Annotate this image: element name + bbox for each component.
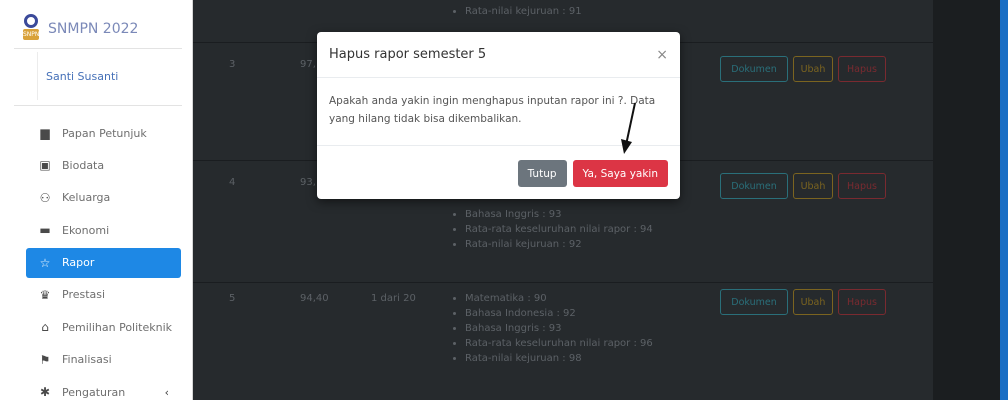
dokumen-button[interactable]: Dokumen [720,289,788,315]
sidebar-item-biodata[interactable]: ▣ Biodata [26,150,181,180]
sidebar-item-label: Papan Petunjuk [62,126,147,140]
sidebar-item-label: Biodata [62,158,105,172]
sidebar-item-prestasi[interactable]: ♛ Prestasi [26,280,181,310]
row-value: 93, [300,177,316,188]
list-item: Bahasa Inggris : 93 [465,321,653,336]
trophy-icon: ♛ [39,287,51,302]
brand-logo-icon: SNPN [22,14,40,44]
row-number: 3 [229,59,236,70]
sidebar-item-rapor[interactable]: ☆ Rapor [26,247,181,278]
list-item: Rata-nilai kejuruan : 98 [465,351,653,366]
sidebar-item-label: Pemilihan Politeknik [62,320,173,334]
users-icon: ⚇ [39,190,51,205]
wallet-icon: ▬ [39,223,51,238]
hapus-button[interactable]: Hapus [838,56,886,82]
annotation-arrow-icon [621,102,636,154]
modal-title: Hapus rapor semester 5 [329,47,487,62]
id-card-icon: ▣ [39,158,51,173]
list-item: Rata-nilai kejuruan : 92 [465,237,653,252]
brand[interactable]: SNPN SNMPN 2022 [22,14,138,44]
cancel-button[interactable]: Tutup [517,160,567,187]
sidebar-item-papan-petunjuk[interactable]: ▆ Papan Petunjuk [26,118,181,148]
gear-icon: ✱ [39,385,51,400]
modal-footer: Tutup Ya, Saya yakin [517,160,668,187]
row-rank: 1 dari 20 [371,293,416,304]
user-name: Santi Susanti [46,69,119,83]
sidebar-item-ekonomi[interactable]: ▬ Ekonomi [26,215,181,245]
modal-header: Hapus rapor semester 5 × [317,32,680,78]
row-number: 5 [229,293,236,304]
list-item: Matematika : 90 [465,291,653,306]
sidebar-item-label: Prestasi [62,288,106,302]
close-icon[interactable]: × [656,47,668,63]
ubah-button[interactable]: Ubah [793,56,833,82]
avatar [14,52,38,100]
row-number: 4 [229,177,236,188]
dokumen-button[interactable]: Dokumen [720,173,788,199]
scrollbar[interactable] [1000,0,1008,400]
list-item: Rata-rata keseluruhan nilai rapor : 96 [465,336,653,351]
ubah-button[interactable]: Ubah [793,289,833,315]
sidebar-item-label: Keluarga [62,191,111,205]
clipboard-icon: ▆ [40,126,50,140]
chevron-left-icon: ‹ [164,385,169,399]
hapus-button[interactable]: Hapus [838,173,886,199]
sidebar-item-finalisasi[interactable]: ⚑ Finalisasi [26,345,181,375]
user-panel[interactable]: Santi Susanti [14,52,182,100]
sidebar-item-pemilihan-politeknik[interactable]: ⌂ Pemilihan Politeknik [26,312,181,342]
sidebar: SNPN SNMPN 2022 Santi Susanti ▆ Papan Pe… [0,0,193,400]
list: Matematika : 90 Bahasa Indonesia : 92 Ba… [455,291,653,366]
list-item: Rata-rata keseluruhan nilai rapor : 94 [465,222,653,237]
list: Bahasa Inggris : 93 Rata-rata keseluruha… [455,207,653,252]
right-panel [933,0,1008,400]
sidebar-item-label: Rapor [62,256,95,270]
list: Rata-nilai kejuruan : 91 [455,6,582,17]
divider [14,48,182,49]
row-value: 97, [300,59,316,70]
sidebar-item-label: Finalisasi [62,353,112,367]
table-row: 5 94,40 1 dari 20 Matematika : 90 Bahasa… [193,282,933,400]
dokumen-button[interactable]: Dokumen [720,56,788,82]
list-item: Bahasa Indonesia : 92 [465,306,653,321]
sidebar-item-keluarga[interactable]: ⚇ Keluarga [26,183,181,213]
flag-icon: ⚑ [39,352,51,367]
list-item: Rata-nilai kejuruan : 91 [465,6,582,17]
sidebar-item-pengaturan[interactable]: ✱ Pengaturan ‹ [26,377,181,400]
sidebar-item-label: Ekonomi [62,223,110,237]
brand-title: SNMPN 2022 [48,21,139,37]
row-value: 94,40 [300,293,329,304]
sidebar-nav: ▆ Papan Petunjuk ▣ Biodata ⚇ Keluarga ▬ … [26,118,181,400]
sidebar-item-label: Pengaturan [62,385,126,399]
hapus-button[interactable]: Hapus [838,289,886,315]
star-icon: ☆ [39,255,51,270]
university-icon: ⌂ [41,320,49,335]
confirm-delete-button[interactable]: Ya, Saya yakin [572,160,668,187]
ubah-button[interactable]: Ubah [793,173,833,199]
divider [14,105,182,106]
list-item: Bahasa Inggris : 93 [465,207,653,222]
